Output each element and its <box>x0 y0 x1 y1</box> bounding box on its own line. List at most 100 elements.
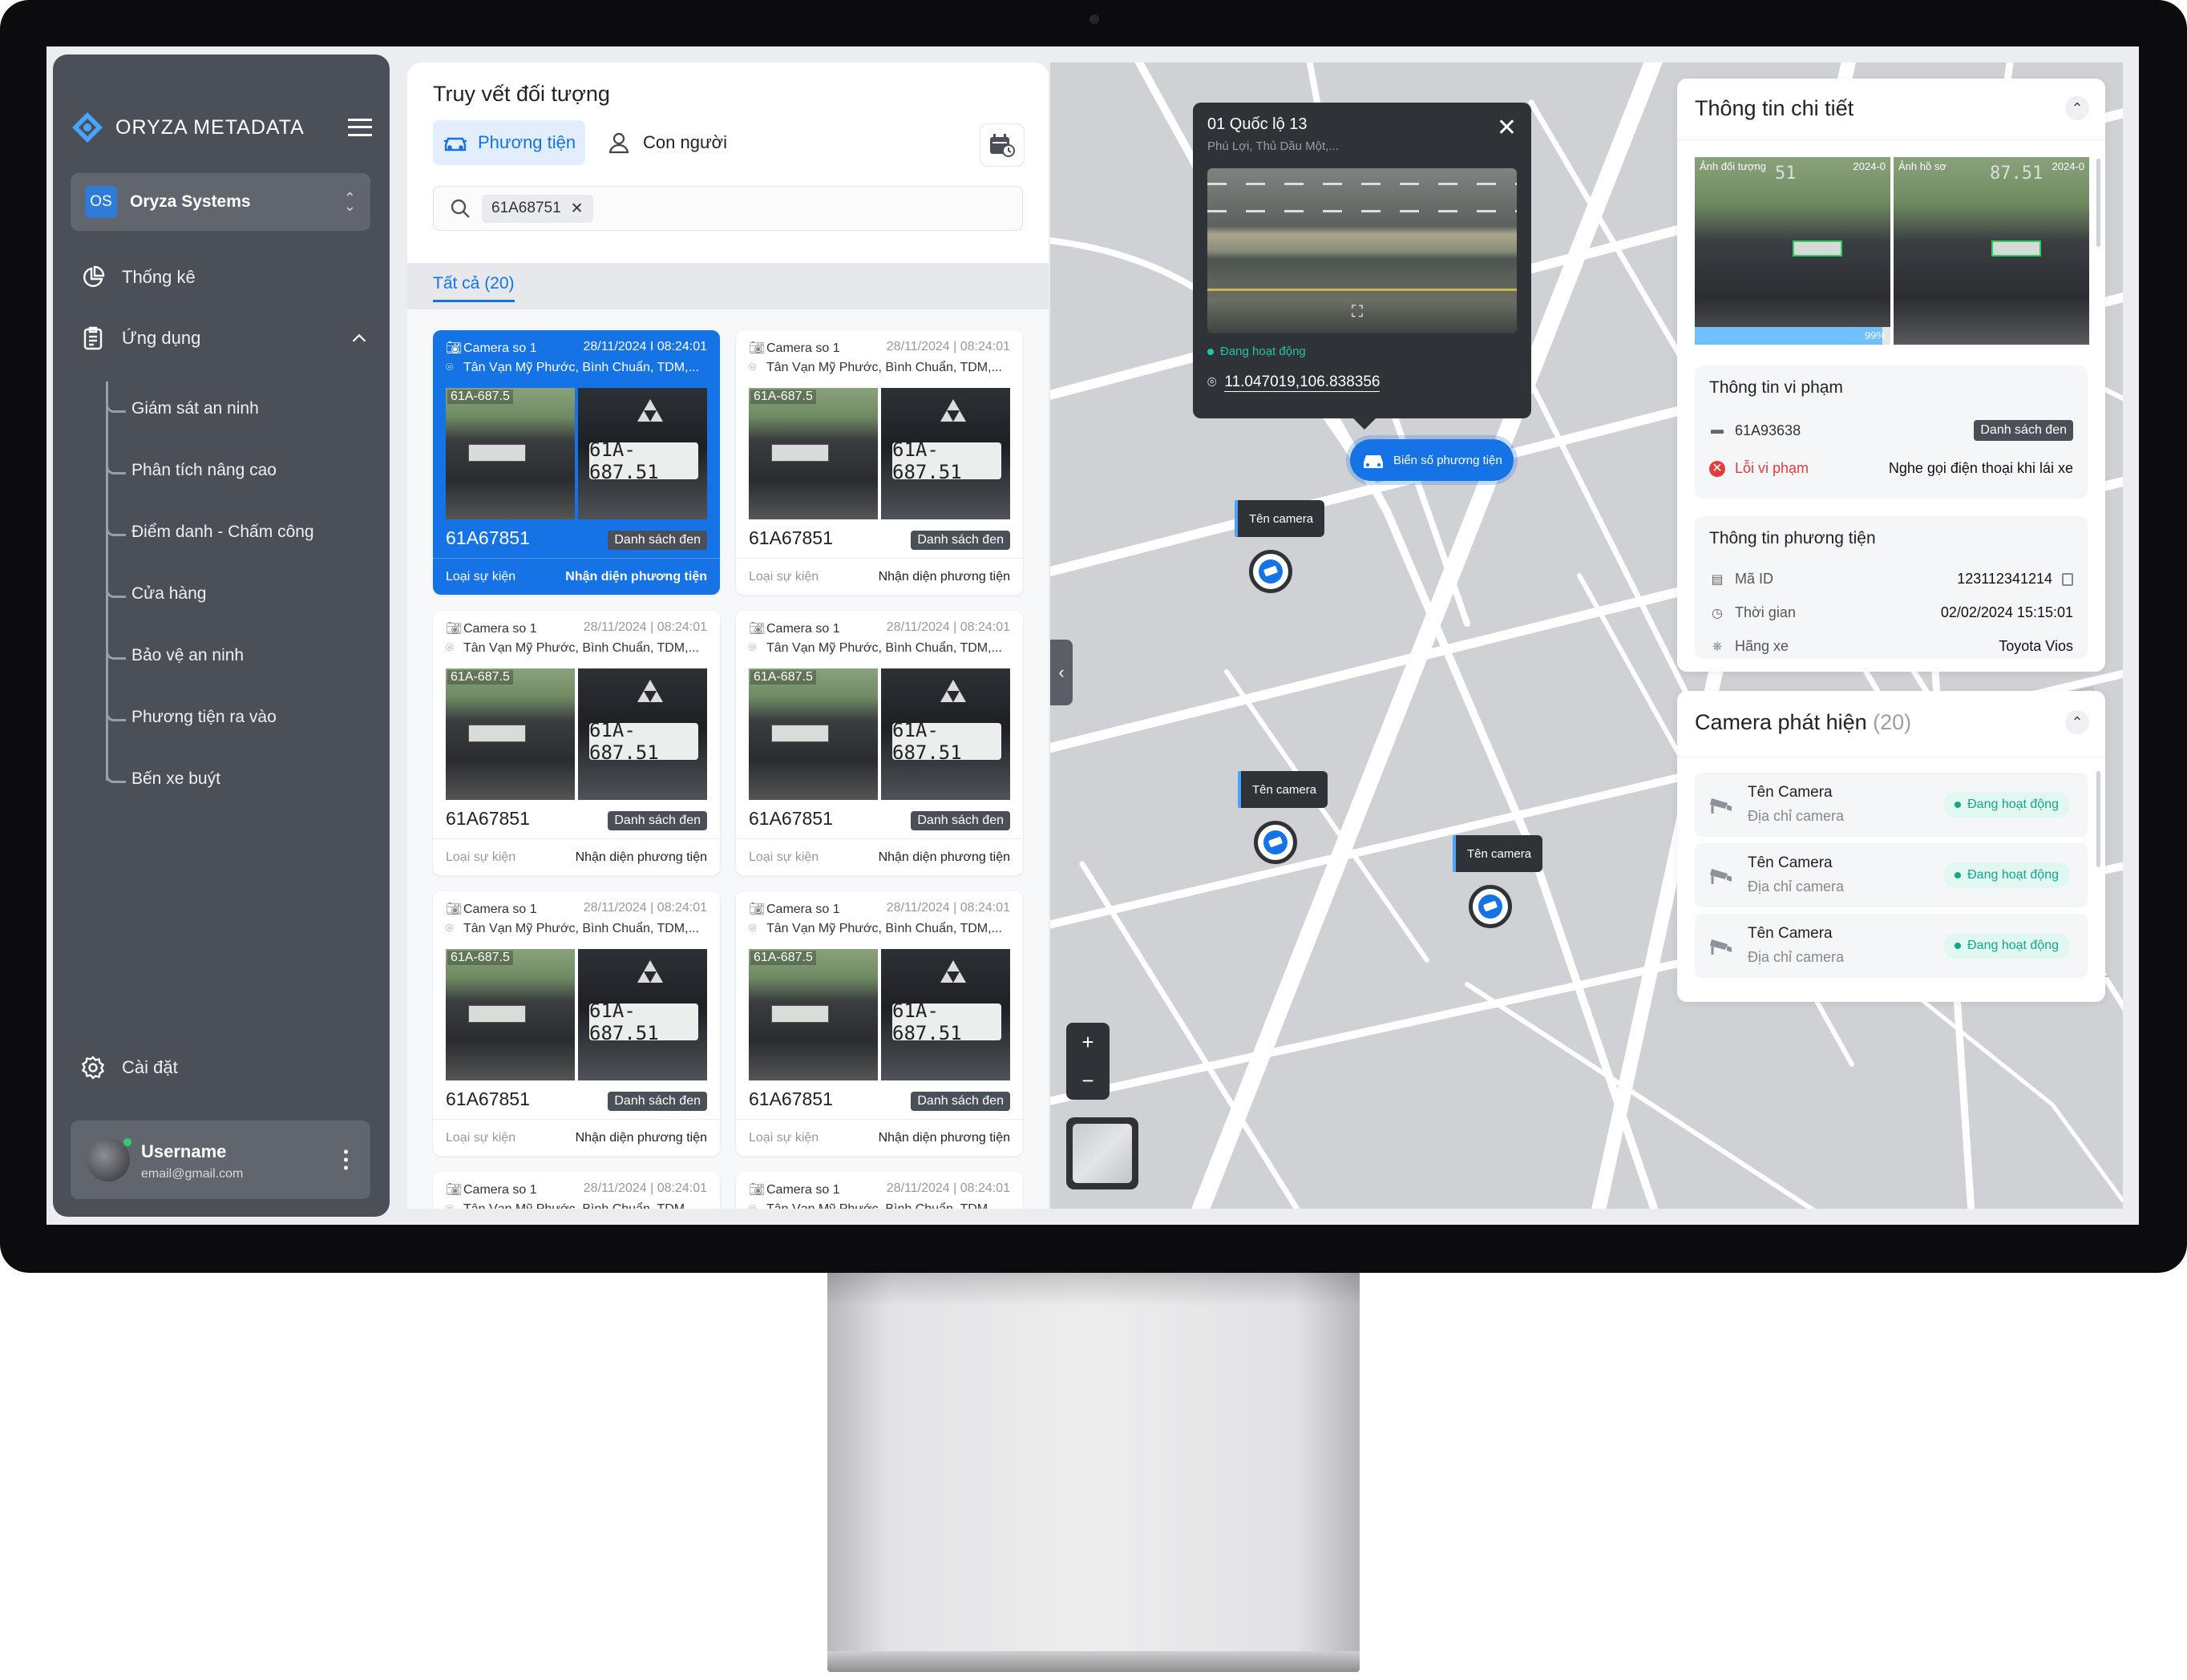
menu-icon[interactable] <box>348 119 372 136</box>
event-card[interactable]: 📷︎Camera so 128/11/2024 | 08:24:01 ⌾Tân … <box>736 891 1023 1156</box>
vehicle-image[interactable]: 61A-687.5 <box>749 388 878 519</box>
plate-image[interactable]: 61A-687.51 <box>578 388 707 519</box>
sub-item-advanced-analysis[interactable]: Phân tích nâng cao <box>106 453 277 480</box>
blacklist-badge: Danh sách đen <box>1974 420 2073 441</box>
sub-item-bus-station[interactable]: Bến xe buýt <box>106 761 220 789</box>
camera-video-preview[interactable]: ⛶ <box>1207 168 1517 333</box>
map-camera-pin[interactable] <box>1469 885 1512 928</box>
sub-item-store[interactable]: Cửa hàng <box>106 576 206 604</box>
camera-list-item[interactable]: Tên Camera Địa chỉ camera Đang hoạt động <box>1695 773 2088 837</box>
chevron-up-icon[interactable]: ⌃ <box>2065 710 2089 734</box>
profile-image[interactable]: Ảnh hồ sơ 2024-0 87.51 <box>1894 157 2089 345</box>
location-icon: ⌾ <box>446 1202 463 1209</box>
plate-image[interactable]: 61A-687.51 <box>578 949 707 1080</box>
chip-label: 61A68751 <box>491 200 561 216</box>
vehicle-image[interactable]: 61A-687.5 <box>749 668 878 800</box>
vehicle-image[interactable]: 61A-687.5 <box>446 949 575 1080</box>
nav-item-apps[interactable]: Ứng dụng <box>80 325 369 351</box>
cameras-title-text: Camera phát hiện <box>1695 710 1867 734</box>
org-switcher[interactable]: OS Oryza Systems ⌃ ⌄ <box>71 173 370 231</box>
map-layer-button[interactable] <box>1066 1117 1138 1189</box>
event-card[interactable]: 📷︎Camera so 128/11/2024 | 08:24:01 ⌾Tân … <box>433 1172 720 1209</box>
vehicle-plate-marker[interactable]: Biển số phương tiện <box>1350 439 1514 481</box>
camera-list-item[interactable]: Tên Camera Địa chỉ camera Đang hoạt động <box>1695 843 2088 907</box>
row-label: Hãng xe <box>1735 638 1789 654</box>
event-type-value: Nhận diện phương tiện <box>575 1130 707 1145</box>
camera-popup[interactable]: 01 Quốc lộ 13 Phú Lợi, Thủ Dầu Một,... ✕… <box>1193 103 1531 430</box>
tab-person[interactable]: Con người <box>598 120 737 165</box>
blacklist-badge: Danh sách đen <box>608 531 707 550</box>
popup-coordinates[interactable]: ⌾ 11.047019,106.838356 <box>1207 374 1381 392</box>
tracking-panel: Truy vết đối tượng Phương tiện Con người… <box>407 63 1049 1209</box>
coordinates-text: 11.047019,106.838356 <box>1224 374 1381 392</box>
event-card[interactable]: 📷︎Camera so 128/11/2024 | 08:24:01 ⌾Tân … <box>736 611 1023 875</box>
card-address: Tân Vạn Mỹ Phước, Bình Chuẩn, TDM,... <box>463 361 699 374</box>
more-vertical-icon[interactable] <box>344 1148 348 1170</box>
card-camera: Camera so 1 <box>766 1183 840 1197</box>
plate-text: 61A-687.51 <box>892 438 1001 483</box>
plate-image[interactable]: 61A-687.51 <box>881 668 1010 800</box>
event-card[interactable]: 📷︎Camera so 128/11/2024 | 08:24:01 ⌾Tân … <box>433 891 720 1156</box>
brand[interactable]: ORYZA METADATA <box>71 111 305 144</box>
card-camera: Camera so 1 <box>766 622 840 636</box>
sub-item-security-guard[interactable]: Bảo vệ an ninh <box>106 638 244 665</box>
nav-item-stats[interactable]: Thống kê <box>80 265 196 290</box>
card-plate: 61A67851 <box>749 1088 833 1109</box>
plate-image[interactable]: 61A-687.51 <box>881 949 1010 1080</box>
search-input[interactable]: 61A68751 ✕ <box>433 186 1023 231</box>
tab-label: Con người <box>643 132 727 152</box>
user-email: email@gmail.com <box>141 1167 244 1181</box>
camera-list-item[interactable]: Tên Camera Địa chỉ camera Đang hoạt động <box>1695 914 2088 978</box>
user-card[interactable]: Username email@gmail.com <box>71 1121 370 1199</box>
plate-image[interactable]: 61A-687.51 <box>578 668 707 800</box>
event-card[interactable]: 📷︎Camera so 128/11/2024 | 08:24:01 ⌾Tân … <box>433 611 720 875</box>
popup-address: Phú Lợi, Thủ Dầu Một,... <box>1207 139 1339 153</box>
plate-text: 61A-687.51 <box>892 1000 1001 1044</box>
filter-tab-all[interactable]: Tất cả (20) <box>433 274 515 302</box>
plate-image[interactable]: 61A-687.51 <box>881 388 1010 519</box>
event-card[interactable]: 📷︎ Camera so 1 28/11/2024 I 08:24:01 ⌾ Tân … <box>433 330 720 595</box>
card-plate: 61A67851 <box>446 808 530 829</box>
event-type-label: Loại sự kiện <box>446 569 516 584</box>
card-time: 28/11/2024 I 08:24:01 <box>583 340 707 353</box>
event-type-label: Loại sự kiện <box>749 850 819 864</box>
event-card[interactable]: 📷︎Camera so 128/11/2024 | 08:24:01 ⌾Tân … <box>736 330 1023 595</box>
scrollbar[interactable] <box>2096 159 2100 247</box>
sub-item-security-monitor[interactable]: Giám sát an ninh <box>106 391 259 418</box>
map-camera-pin[interactable] <box>1249 550 1292 593</box>
road-lane <box>1207 289 1517 291</box>
zoom-in-button[interactable]: + <box>1081 1030 1094 1055</box>
vehicle-image[interactable]: 61A-687.5 <box>749 949 878 1080</box>
plate-text: 61A-687.51 <box>589 438 698 483</box>
divider <box>1677 139 2105 140</box>
image-date: 2024-0 <box>2052 160 2084 172</box>
copy-icon[interactable] <box>2062 572 2073 586</box>
vehicle-time-row: ◷ Thời gian 02/02/2024 15:15:01 <box>1709 604 2073 621</box>
blacklist-badge: Danh sách đen <box>911 531 1010 550</box>
scrollbar[interactable] <box>2096 771 2100 867</box>
online-status-dot <box>122 1137 133 1148</box>
sub-item-vehicle-access[interactable]: Phương tiện ra vào <box>106 700 277 727</box>
nav-item-settings[interactable]: Cài đặt <box>80 1055 178 1080</box>
card-camera: Camera so 1 <box>766 903 840 916</box>
vehicle-image[interactable]: 61A-687.5 <box>446 388 575 519</box>
location-pin-icon: ⌾ <box>1207 374 1217 391</box>
sub-item-attendance[interactable]: Điểm danh - Chấm công <box>106 515 314 542</box>
image-plate-overlay: 61A-687.5 <box>750 951 816 965</box>
event-card[interactable]: 📷︎Camera so 128/11/2024 | 08:24:01 ⌾Tân … <box>736 1172 1023 1209</box>
fullscreen-icon[interactable]: ⛶ <box>1352 303 1363 321</box>
close-icon[interactable]: ✕ <box>571 200 584 218</box>
zoom-out-button[interactable]: − <box>1081 1068 1094 1093</box>
close-icon[interactable]: ✕ <box>1497 114 1517 142</box>
tab-vehicle[interactable]: Phương tiện <box>433 120 586 165</box>
vehicle-image[interactable]: 61A-687.5 <box>446 668 575 800</box>
collapse-panel-button[interactable]: ‹ <box>1050 640 1073 705</box>
vehicle-section: Thông tin phương tiện ▤ Mã ID 12311234121… <box>1695 516 2088 659</box>
car-brand-logo-icon <box>940 399 966 422</box>
search-chip[interactable]: 61A68751 ✕ <box>482 194 593 223</box>
chevron-up-icon[interactable]: ⌃ <box>2065 96 2089 120</box>
card-time: 28/11/2024 | 08:24:01 <box>886 340 1010 353</box>
calendar-filter-button[interactable] <box>980 123 1025 167</box>
map-camera-pin[interactable] <box>1254 821 1297 864</box>
object-image[interactable]: Ảnh đối tượng 2024-0 51 99% <box>1695 157 1890 345</box>
